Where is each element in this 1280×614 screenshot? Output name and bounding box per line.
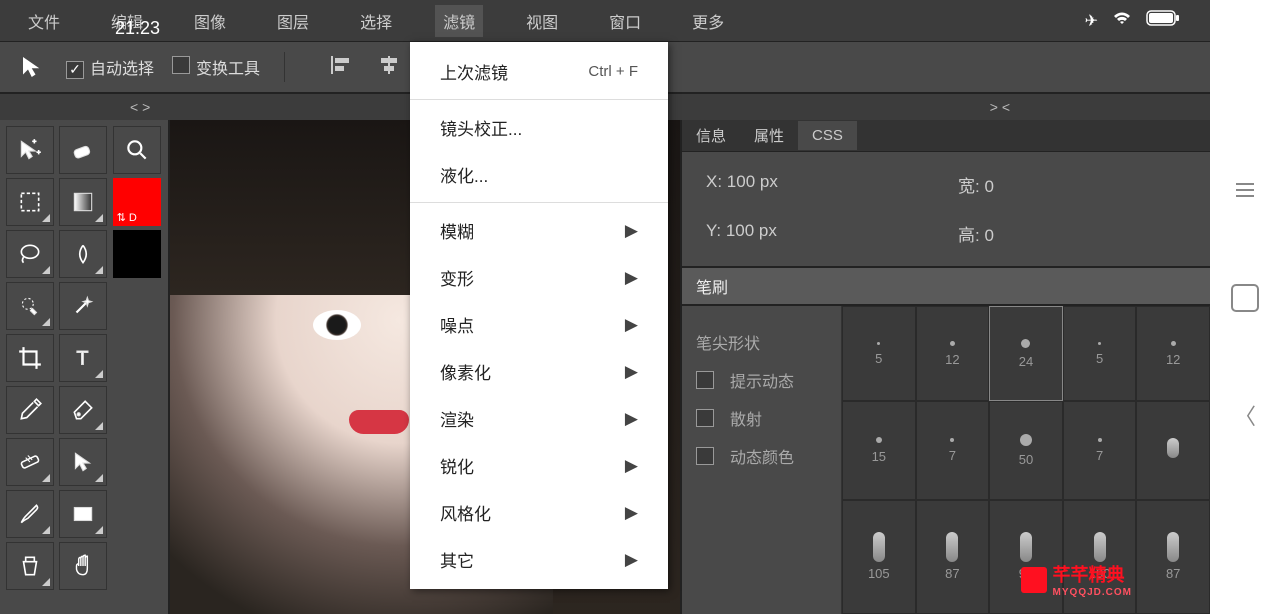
dd-last-filter[interactable]: 上次滤镜Ctrl + F — [410, 48, 668, 95]
color-swatch-bg[interactable] — [113, 230, 161, 278]
dd-liquify[interactable]: 液化... — [410, 151, 668, 198]
brush-preset[interactable]: 87 — [1136, 500, 1210, 614]
lasso-tool[interactable] — [6, 230, 54, 278]
eyedropper-tool[interactable] — [6, 386, 54, 434]
brush-preset[interactable]: 5 — [1063, 306, 1137, 401]
crumb-left[interactable]: < > — [130, 99, 150, 115]
nav-square-icon[interactable] — [1231, 284, 1259, 312]
dd-noise[interactable]: 噪点▶ — [410, 301, 668, 348]
brush-preset[interactable]: 24 — [989, 306, 1063, 401]
gradient-tool[interactable] — [59, 178, 107, 226]
airplane-icon: ✈ — [1085, 11, 1098, 31]
brush-preset[interactable]: 5 — [842, 306, 916, 401]
submenu-arrow-icon: ▶ — [625, 456, 638, 476]
dd-distort[interactable]: 变形▶ — [410, 254, 668, 301]
marquee-tool[interactable] — [6, 178, 54, 226]
svg-text:T: T — [77, 348, 89, 370]
info-y: Y: 100 px — [706, 221, 934, 246]
color-swatch[interactable]: ⇅ D — [113, 178, 161, 226]
tab-css[interactable]: CSS — [798, 121, 857, 150]
quick-select-tool[interactable] — [6, 282, 54, 330]
brush-dynamics[interactable]: 提示动态 — [696, 368, 827, 392]
brush-preset[interactable]: 7 — [916, 401, 990, 499]
status-time: 21:23 — [115, 18, 160, 39]
wifi-icon — [1112, 10, 1132, 31]
brush-scatter[interactable]: 散射 — [696, 406, 827, 430]
tab-attrs[interactable]: 属性 — [740, 119, 798, 152]
align-left-icon[interactable] — [329, 54, 357, 80]
submenu-arrow-icon: ▶ — [625, 409, 638, 429]
hand-tool[interactable] — [59, 542, 107, 590]
menu-image[interactable]: 图像 — [186, 5, 234, 37]
dd-pixel[interactable]: 像素化▶ — [410, 348, 668, 395]
clone-tool[interactable] — [6, 542, 54, 590]
brush-panel-header[interactable]: 笔刷 — [682, 266, 1210, 306]
submenu-arrow-icon: ▶ — [625, 550, 638, 570]
brush-color-dynamic[interactable]: 动态颜色 — [696, 444, 827, 468]
eraser-tool[interactable] — [59, 126, 107, 174]
menu-window[interactable]: 窗口 — [601, 5, 649, 37]
watermark: 芊芊精典 MYQQJD.COM — [1021, 561, 1132, 598]
menu-layer[interactable]: 图层 — [269, 5, 317, 37]
pen-tool[interactable] — [59, 386, 107, 434]
path-select-tool[interactable] — [59, 438, 107, 486]
device-nav: 〈 — [1210, 0, 1280, 614]
info-h: 高: 0 — [958, 221, 1186, 246]
shape-tool[interactable] — [59, 490, 107, 538]
dd-other[interactable]: 其它▶ — [410, 536, 668, 583]
brush-tip-shape[interactable]: 笔尖形状 — [696, 330, 827, 354]
brush-preset[interactable]: 15 — [842, 401, 916, 499]
menu-more[interactable]: 更多 — [684, 5, 732, 37]
brush-preset[interactable]: 7 — [1063, 401, 1137, 499]
submenu-arrow-icon: ▶ — [625, 315, 638, 335]
move-tool[interactable] — [6, 126, 54, 174]
blur-tool[interactable] — [59, 230, 107, 278]
filter-dropdown: 上次滤镜Ctrl + F 镜头校正... 液化... 模糊▶ 变形▶ 噪点▶ 像… — [410, 42, 668, 589]
info-x: X: 100 px — [706, 172, 934, 197]
brush-preset[interactable]: 50 — [989, 401, 1063, 499]
brush-preset[interactable]: 87 — [916, 500, 990, 614]
wand-tool[interactable] — [59, 282, 107, 330]
status-icons: ✈ — [1085, 10, 1180, 31]
dd-lens[interactable]: 镜头校正... — [410, 104, 668, 151]
type-tool[interactable]: T — [59, 334, 107, 382]
nav-menu-icon[interactable] — [1236, 183, 1254, 197]
tab-info[interactable]: 信息 — [682, 119, 740, 152]
dd-stylize[interactable]: 风格化▶ — [410, 489, 668, 536]
crumb-right[interactable]: > < — [990, 99, 1010, 115]
right-panels: 信息 属性 CSS X: 100 px 宽: 0 Y: 100 px 高: 0 … — [680, 120, 1210, 614]
menu-view[interactable]: 视图 — [518, 5, 566, 37]
submenu-arrow-icon: ▶ — [625, 503, 638, 523]
transform-check[interactable]: 变换工具 — [172, 55, 260, 79]
healing-tool[interactable] — [6, 438, 54, 486]
nav-back-icon[interactable]: 〈 — [1234, 399, 1256, 431]
menu-filter[interactable]: 滤镜 — [435, 5, 483, 37]
watermark-icon — [1021, 567, 1047, 593]
submenu-arrow-icon: ▶ — [625, 221, 638, 241]
toolbox: ⇅ D T — [0, 120, 170, 614]
brush-preset[interactable]: 105 — [842, 500, 916, 614]
brush-preset[interactable] — [1136, 401, 1210, 499]
submenu-arrow-icon: ▶ — [625, 268, 638, 288]
dd-blur[interactable]: 模糊▶ — [410, 207, 668, 254]
zoom-tool[interactable] — [113, 126, 161, 174]
dd-render[interactable]: 渲染▶ — [410, 395, 668, 442]
brush-tool[interactable] — [6, 490, 54, 538]
menubar: 文件 编辑 图像 图层 选择 滤镜 视图 窗口 更多 — [0, 0, 1210, 42]
align-hcenter-icon[interactable] — [375, 54, 403, 80]
brush-preset[interactable]: 12 — [1136, 306, 1210, 401]
menu-select[interactable]: 选择 — [352, 5, 400, 37]
move-tool-icon[interactable] — [18, 52, 48, 82]
info-w: 宽: 0 — [958, 172, 1186, 197]
submenu-arrow-icon: ▶ — [625, 362, 638, 382]
brush-preset[interactable]: 12 — [916, 306, 990, 401]
auto-select-check[interactable]: 自动选择 — [66, 55, 154, 79]
menu-file[interactable]: 文件 — [20, 5, 68, 37]
crop-tool[interactable] — [6, 334, 54, 382]
battery-icon — [1146, 10, 1180, 31]
dd-sharpen[interactable]: 锐化▶ — [410, 442, 668, 489]
